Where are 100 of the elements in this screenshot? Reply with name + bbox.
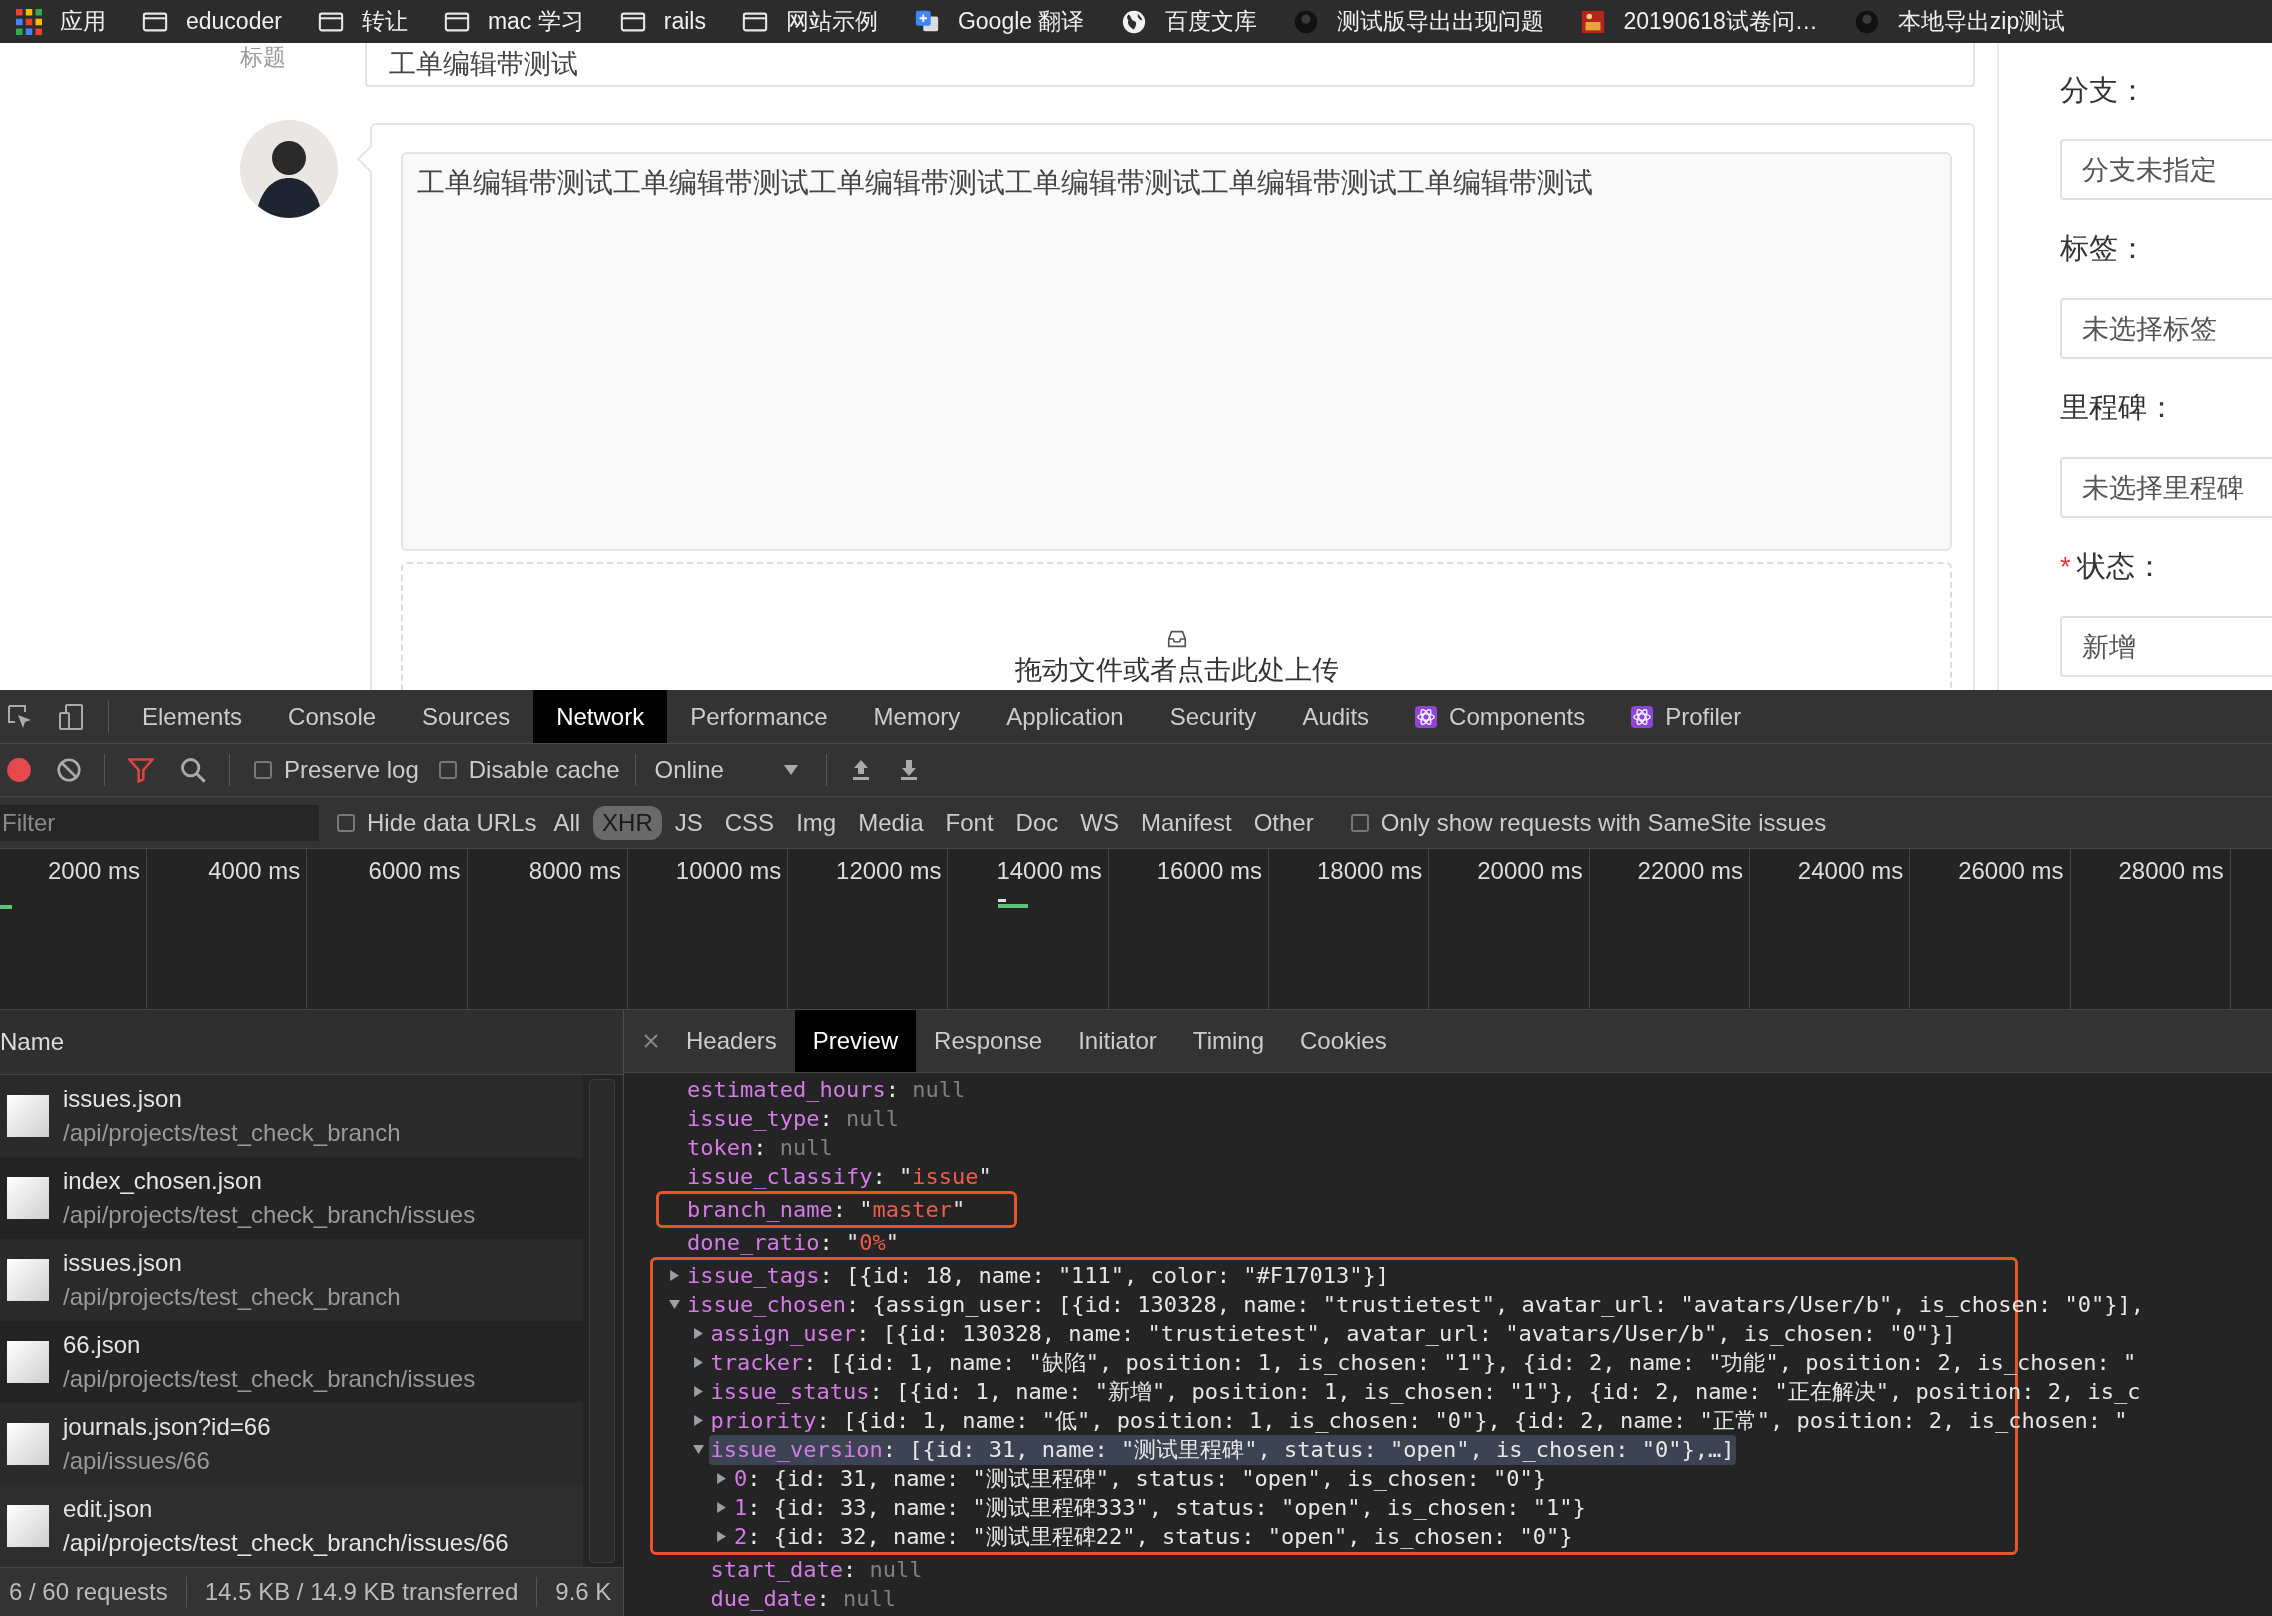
type-filter[interactable]: CSS	[715, 805, 784, 840]
property-line[interactable]: issue_classify: "issue"	[685, 1164, 994, 1189]
filter-field[interactable]: Filter	[0, 804, 319, 841]
thumbnail-icon[interactable]	[1579, 8, 1606, 35]
status-text: 14.5 KB / 14.9 KB transferred	[204, 1578, 519, 1606]
status-text: 9.6 K	[555, 1578, 612, 1606]
bookmark-link[interactable]: 20190618试卷问…	[1623, 6, 1818, 37]
detail-tab[interactable]: Headers	[668, 1010, 795, 1072]
collapsed-triangle-icon[interactable]	[692, 1357, 704, 1368]
checkbox-label[interactable]: Hide data URLs	[367, 808, 537, 837]
collapsed-triangle-icon[interactable]	[692, 1415, 704, 1426]
checkbox-label[interactable]: Preserve log	[284, 756, 419, 784]
devtools-tab[interactable]: Console	[265, 690, 400, 743]
detail-tab[interactable]: Timing	[1174, 1010, 1282, 1072]
devtools-tab[interactable]: Network	[533, 690, 668, 743]
apps-grid-icon[interactable]	[16, 8, 42, 35]
request-row[interactable]: issues.json /api/projects/test_check_branch	[0, 1075, 583, 1157]
bookmark-link[interactable]: rails	[663, 8, 706, 35]
detail-tab[interactable]: Initiator	[1060, 1010, 1175, 1072]
time-tick: 12000 ms	[836, 857, 942, 884]
property-line[interactable]: branch_name: "master"	[685, 1197, 968, 1222]
select-field[interactable]: 未选择里程碑	[2060, 457, 2272, 518]
detail-tab[interactable]: Preview	[794, 1010, 917, 1072]
devtools-tab[interactable]: Application	[983, 690, 1147, 743]
bookmark-link[interactable]: Google 翻译	[957, 6, 1085, 37]
type-filter[interactable]: Other	[1244, 805, 1323, 840]
type-filter[interactable]: Doc	[1006, 805, 1068, 840]
bookmark-link[interactable]: 百度文库	[1164, 6, 1257, 37]
title-field[interactable]: 工单编辑带测试	[365, 43, 1975, 87]
devtools-tab[interactable]: Profiler	[1608, 690, 1765, 743]
property-line[interactable]: estimated_hours: null	[685, 1077, 968, 1102]
checkbox-label[interactable]: Only show requests with SameSite issues	[1380, 808, 1827, 837]
property-line[interactable]: start_date: null	[708, 1557, 925, 1582]
device-icon[interactable]	[58, 702, 86, 731]
filter-icon[interactable]	[127, 756, 155, 784]
expanded-triangle-icon[interactable]	[669, 1299, 680, 1310]
detail-tab[interactable]: Cookies	[1282, 1010, 1405, 1072]
record-icon[interactable]	[6, 757, 32, 783]
property-line[interactable]: token: null	[685, 1135, 835, 1160]
close-icon[interactable]	[644, 1034, 658, 1048]
checkbox[interactable]	[438, 761, 457, 779]
bookmark-link[interactable]: 网站示例	[785, 6, 878, 37]
collapsed-triangle-icon[interactable]	[692, 1328, 704, 1339]
devtools-tab[interactable]: Performance	[667, 690, 851, 743]
collapsed-triangle-icon[interactable]	[716, 1531, 727, 1542]
column-header[interactable]: Name	[0, 1010, 623, 1075]
throttling-dropdown[interactable]: Online	[646, 756, 816, 784]
description-field[interactable]: 工单编辑带测试工单编辑带测试工单编辑带测试工单编辑带测试工单编辑带测试工单编辑带测试	[401, 152, 1952, 551]
bookmark-link[interactable]: 转让	[361, 6, 408, 37]
collapsed-triangle-icon[interactable]	[669, 1270, 680, 1281]
type-filter[interactable]: WS	[1071, 805, 1128, 840]
collapsed-triangle-icon[interactable]	[692, 1386, 704, 1397]
bookmark-link[interactable]: 测试版导出出现问题	[1336, 6, 1544, 37]
bookmark-link[interactable]: educoder	[186, 8, 282, 35]
field-label: 分支：	[2060, 73, 2147, 108]
search-icon[interactable]	[179, 756, 207, 784]
globe-icon[interactable]	[1120, 8, 1147, 35]
checkbox[interactable]	[337, 813, 355, 832]
request-path: /api/projects/test_check_branch	[63, 1283, 401, 1311]
request-row[interactable]: journals.json?id=66 /api/issues/66	[0, 1403, 583, 1485]
bookmark-link[interactable]: 本地导出zip测试	[1897, 6, 2066, 37]
devtools-tab[interactable]: Security	[1146, 690, 1280, 743]
checkbox[interactable]	[254, 761, 272, 779]
type-filter[interactable]: Media	[849, 805, 933, 840]
field-label: 里程碑：	[2060, 390, 2176, 425]
property-line[interactable]: 2: {id: 32, name: "测试里程碑22", status: "open", is_chosen: "0"}	[732, 1521, 1575, 1552]
devtools-tab[interactable]: Memory	[850, 690, 984, 743]
collapsed-triangle-icon[interactable]	[716, 1502, 727, 1513]
select-field[interactable]: 新增	[2060, 616, 2272, 677]
type-filter[interactable]: All	[544, 805, 590, 840]
expanded-triangle-icon[interactable]	[692, 1444, 704, 1455]
select-field[interactable]: 未选择标签	[2060, 298, 2272, 359]
property-line[interactable]: 1: {id: 33, name: "测试里程碑333", status: "open", is_chosen: "1"}	[732, 1492, 1588, 1523]
time-tick: 6000 ms	[368, 857, 461, 884]
property-line[interactable]: done_ratio: "0%"	[685, 1230, 901, 1255]
devtools-tab[interactable]: Components	[1392, 690, 1609, 743]
clear-icon[interactable]	[56, 757, 82, 783]
checkbox[interactable]	[1350, 813, 1369, 832]
property-line[interactable]: 0: {id: 31, name: "测试里程碑", status: "open", is_chosen: "0"}	[732, 1463, 1548, 1494]
request-row[interactable]: edit.json /api/projects/test_check_branch/issues/66	[0, 1485, 583, 1567]
type-filter[interactable]: Font	[936, 805, 1003, 840]
request-row[interactable]: issues.json /api/projects/test_check_branch	[0, 1239, 583, 1321]
property-line[interactable]: issue_tags: [{id: 18, name: "111", color: "#F17013"}]	[685, 1263, 1391, 1288]
property-line[interactable]: assign_user: [{id: 130328, name: "trustietest", avatar_url: "avatars/User/b", is_chosen: "0"}]	[708, 1321, 1958, 1346]
type-filter[interactable]: JS	[665, 805, 712, 840]
property-line[interactable]: issue_type: null	[685, 1106, 901, 1131]
property-line[interactable]: due_date: null	[708, 1586, 898, 1611]
bookmark-link[interactable]: 应用	[60, 6, 106, 37]
checkbox-label[interactable]: Disable cache	[468, 756, 620, 784]
request-path: /api/issues/66	[63, 1447, 211, 1475]
type-filter[interactable]: Img	[787, 805, 846, 840]
select-field[interactable]: 分支未指定	[2060, 139, 2272, 200]
devtools-tab[interactable]: Elements	[119, 690, 266, 743]
type-filter[interactable]: Manifest	[1131, 805, 1241, 840]
scrollbar[interactable]	[589, 1079, 615, 1563]
devtools-tab[interactable]: Sources	[399, 690, 534, 743]
collapsed-triangle-icon[interactable]	[716, 1473, 727, 1484]
detail-tab[interactable]: Response	[916, 1010, 1061, 1072]
devtools-tab[interactable]: Audits	[1279, 690, 1393, 743]
bookmark-link[interactable]: mac 学习	[487, 6, 584, 37]
